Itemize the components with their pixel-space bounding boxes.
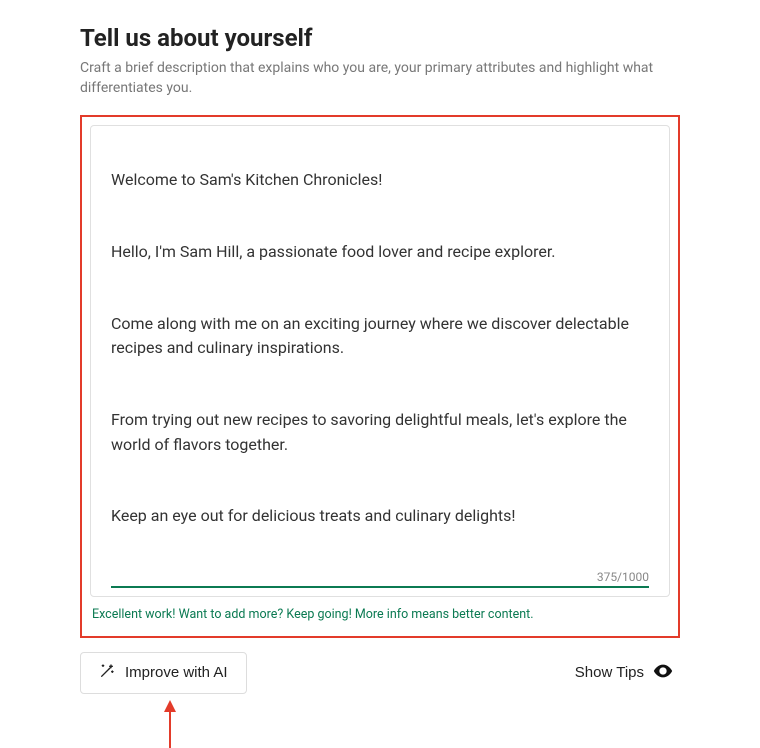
- actions-row: Improve with AI Show Tips: [80, 652, 680, 694]
- show-tips-button[interactable]: Show Tips: [569, 659, 680, 687]
- description-text[interactable]: Welcome to Sam's Kitchen Chronicles! Hel…: [111, 144, 649, 564]
- page-subtitle: Craft a brief description that explains …: [80, 58, 680, 99]
- description-paragraph: From trying out new recipes to savoring …: [111, 408, 649, 458]
- editor-focus-underline: [111, 586, 649, 588]
- eye-icon: [652, 660, 674, 686]
- editor-highlight-annotation: Welcome to Sam's Kitchen Chronicles! Hel…: [80, 115, 680, 638]
- feedback-message: Excellent work! Want to add more? Keep g…: [90, 597, 670, 628]
- description-paragraph: Keep an eye out for delicious treats and…: [111, 504, 649, 529]
- page-title: Tell us about yourself: [80, 24, 680, 52]
- char-counter: 375/1000: [111, 564, 649, 584]
- improve-with-ai-button[interactable]: Improve with AI: [80, 652, 247, 694]
- description-editor[interactable]: Welcome to Sam's Kitchen Chronicles! Hel…: [90, 125, 670, 597]
- description-paragraph: Hello, I'm Sam Hill, a passionate food l…: [111, 240, 649, 265]
- show-tips-label: Show Tips: [575, 664, 644, 681]
- improve-with-ai-label: Improve with AI: [125, 664, 228, 681]
- description-paragraph: Welcome to Sam's Kitchen Chronicles!: [111, 168, 649, 193]
- arrow-annotation: [80, 700, 680, 748]
- description-paragraph: Come along with me on an exciting journe…: [111, 312, 649, 362]
